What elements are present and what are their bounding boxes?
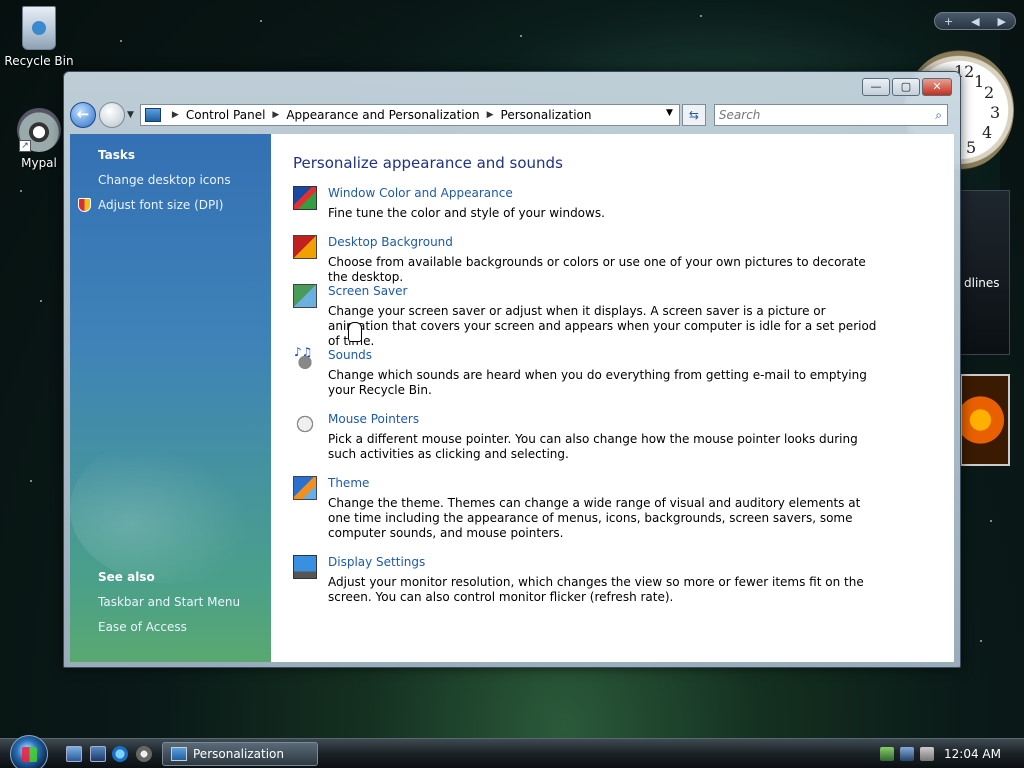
ease-of-access-link[interactable]: Ease of Access [98, 620, 187, 634]
switch-windows-icon[interactable] [90, 746, 106, 762]
breadcrumb-control-panel[interactable]: Control Panel [186, 108, 266, 122]
item-description: Choose from available backgrounds or col… [328, 255, 866, 284]
refresh-button[interactable]: ⇆ [681, 104, 706, 126]
feed-gadget-text: dlines [964, 276, 1000, 290]
display-settings-link[interactable]: Display Settings [328, 555, 425, 569]
volume-muted-icon[interactable] [920, 747, 934, 761]
start-button[interactable] [10, 735, 48, 768]
desktop-icon-recycle-bin[interactable]: Recycle Bin [4, 6, 74, 68]
display-settings-icon [293, 555, 317, 579]
control-panel-icon [144, 108, 161, 122]
desktop-icon-label: Recycle Bin [4, 54, 74, 68]
change-desktop-icons-link[interactable]: Change desktop icons [98, 173, 231, 187]
add-gadget-button[interactable]: + [944, 15, 953, 28]
personalization-window: — ▢ ✕ ← ▼ ▶ Control Panel ▶ Appearance a… [63, 71, 961, 668]
address-bar[interactable]: ▶ Control Panel ▶ Appearance and Persona… [139, 104, 680, 126]
adjust-font-size-link[interactable]: Adjust font size (DPI) [98, 198, 223, 212]
breadcrumb-personalization[interactable]: Personalization [501, 108, 592, 122]
slideshow-gadget[interactable] [960, 374, 1010, 466]
back-button[interactable]: ← [70, 102, 96, 128]
forward-button[interactable] [99, 102, 125, 128]
network-icon[interactable] [900, 747, 914, 761]
internet-explorer-icon[interactable] [112, 746, 128, 762]
desktop-background-icon [293, 235, 317, 259]
task-pane: Tasks Change desktop icons Adjust font s… [70, 134, 271, 662]
maximize-button[interactable]: ▢ [892, 78, 920, 96]
clock-number: 3 [990, 103, 1001, 122]
mypal-quicklaunch-icon[interactable] [136, 746, 152, 762]
clock-number: 2 [984, 83, 995, 102]
breadcrumb-appearance-and-personalization[interactable]: Appearance and Personalization [286, 108, 479, 122]
shortcut-arrow-icon: ↗ [19, 140, 31, 152]
item-description: Pick a different mouse pointer. You can … [328, 432, 858, 461]
mouse-pointers-link[interactable]: Mouse Pointers [328, 412, 419, 426]
page-title: Personalize appearance and sounds [293, 154, 563, 172]
see-also-heading: See also [98, 570, 155, 584]
minimize-button[interactable]: — [862, 78, 890, 96]
sounds-icon [293, 345, 317, 372]
main-content: Personalize appearance and sounds Window… [271, 134, 954, 662]
system-tray: 12:04 AM [874, 739, 1024, 768]
security-center-icon[interactable] [880, 747, 894, 761]
feed-headlines-gadget[interactable]: dlines [960, 190, 1010, 355]
address-dropdown-icon[interactable]: ▼ [666, 108, 673, 118]
mouse-icon [293, 412, 317, 436]
uac-shield-icon [78, 198, 91, 212]
item-description: Change the theme. Themes can change a wi… [328, 496, 861, 540]
search-icon[interactable]: ⌕ [935, 108, 942, 123]
control-panel-icon [171, 747, 187, 761]
close-button[interactable]: ✕ [922, 78, 952, 96]
mypal-raccoon-icon: ↗ [17, 108, 61, 152]
search-placeholder: Search [718, 108, 761, 122]
desktop-background-link[interactable]: Desktop Background [328, 235, 453, 249]
hand-cursor-icon [348, 322, 362, 342]
theme-link[interactable]: Theme [328, 476, 369, 490]
taskbar: Personalization 12:04 AM [0, 735, 1024, 768]
theme-icon [293, 476, 317, 500]
item-description: Adjust your monitor resolution, which ch… [328, 575, 864, 604]
window-controls: — ▢ ✕ [862, 78, 952, 96]
item-description: Fine tune the color and style of your wi… [328, 206, 605, 220]
recent-pages-dropdown[interactable]: ▼ [127, 110, 134, 120]
clock-number: 5 [966, 138, 977, 157]
item-description: Change your screen saver or adjust when … [328, 304, 877, 348]
window-color-link[interactable]: Window Color and Appearance [328, 186, 513, 200]
taskbar-and-start-menu-link[interactable]: Taskbar and Start Menu [98, 595, 240, 609]
task-pane-decoration [70, 434, 271, 584]
clock-number: 1 [974, 72, 985, 91]
item-description: Change which sounds are heard when you d… [328, 368, 867, 397]
screen-saver-link[interactable]: Screen Saver [328, 284, 407, 298]
taskbar-clock[interactable]: 12:04 AM [944, 747, 1001, 761]
clock-number: 4 [982, 123, 993, 142]
breadcrumb-separator[interactable]: ▶ [172, 110, 179, 120]
taskbar-button-label: Personalization [193, 747, 284, 761]
show-desktop-icon[interactable] [66, 746, 82, 762]
taskbar-button-personalization[interactable]: Personalization [162, 742, 318, 766]
tasks-heading: Tasks [98, 148, 136, 162]
next-gadget-button[interactable]: ▶ [998, 15, 1006, 28]
window-color-icon [293, 186, 317, 210]
breadcrumb-separator[interactable]: ▶ [272, 110, 279, 120]
search-input[interactable]: Search ⌕ [713, 104, 948, 126]
navigation-bar: ← ▼ ▶ Control Panel ▶ Appearance and Per… [70, 100, 954, 130]
recycle-bin-icon [22, 6, 56, 50]
previous-gadget-button[interactable]: ◀ [971, 15, 979, 28]
sidebar-gadget-controls: + ◀ ▶ [934, 12, 1016, 30]
screen-saver-icon [293, 284, 317, 308]
breadcrumb-separator[interactable]: ▶ [487, 110, 494, 120]
sounds-link[interactable]: Sounds [328, 348, 372, 362]
